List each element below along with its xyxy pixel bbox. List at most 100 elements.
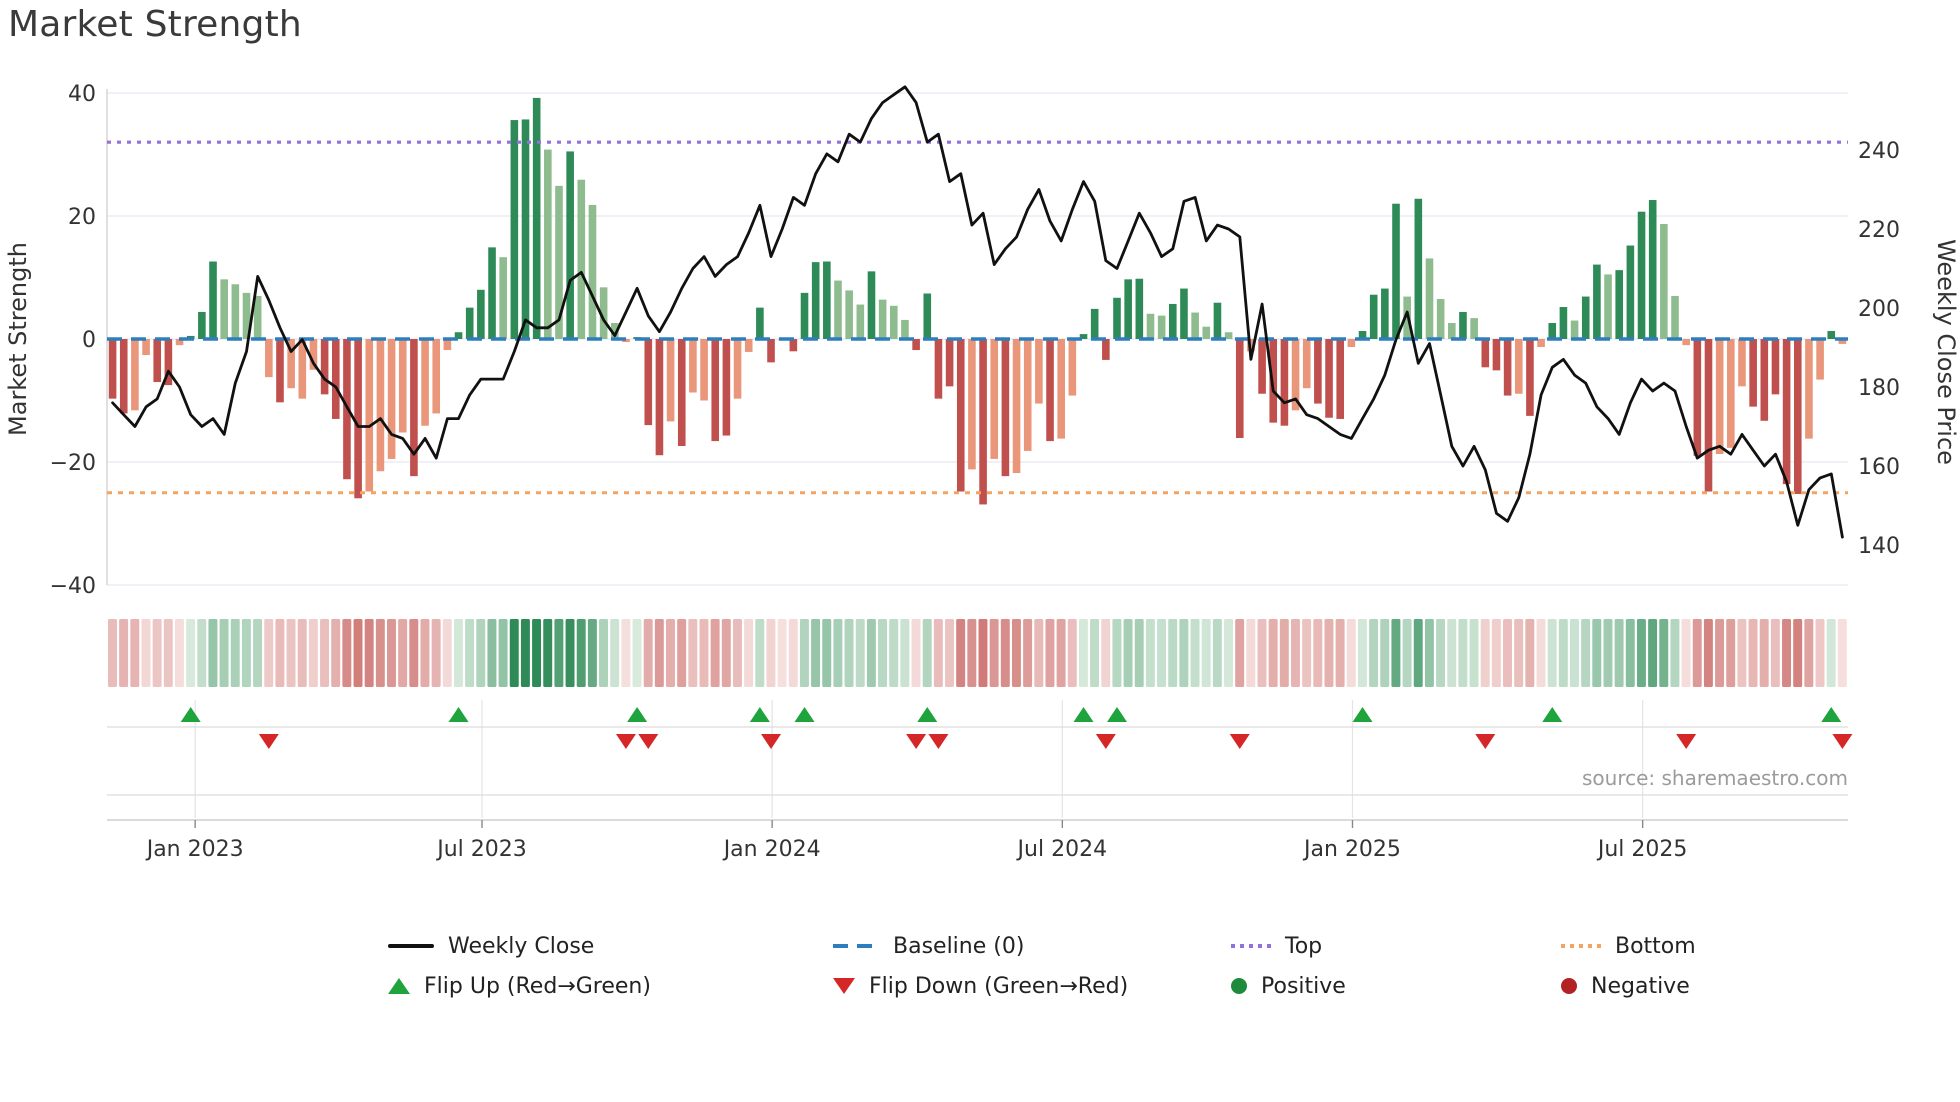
flip-up-marker <box>448 707 469 722</box>
chart-page: Market Strength Jan 2023 Jul 2023 Jan 2024… <box>0 0 1960 1102</box>
strength-bar <box>276 339 284 403</box>
heatmap-cell <box>599 619 609 687</box>
strength-bar <box>1459 311 1467 339</box>
heatmap-cell <box>1101 619 1111 687</box>
strength-bar <box>320 339 329 395</box>
strength-bar <box>465 307 474 339</box>
heatmap-cell <box>710 619 720 687</box>
price-tick-label: 140 <box>1858 534 1900 559</box>
flip-down-triangle-icon <box>833 978 855 994</box>
heatmap-cell <box>1313 619 1323 687</box>
strength-bar <box>1314 339 1322 404</box>
strength-bar <box>510 120 519 339</box>
heatmap-cell <box>1212 619 1222 687</box>
strength-bar <box>142 339 150 355</box>
flip-down-marker <box>906 734 927 749</box>
weekly-close-line-swatch <box>388 944 434 948</box>
strength-bar <box>1001 339 1010 477</box>
heatmap-cell <box>855 619 865 687</box>
heatmap-cell <box>1357 619 1367 687</box>
strength-bar <box>1704 339 1713 492</box>
strength-bar <box>376 339 385 472</box>
heatmap-cell <box>1011 619 1021 687</box>
strength-bar <box>421 339 429 426</box>
source-credit: source: sharemaestro.com <box>1582 766 1848 790</box>
strength-bar <box>532 97 541 339</box>
strength-bar <box>1715 339 1724 455</box>
flip-up-marker <box>917 707 938 722</box>
right-axis-title: Weekly Close Price <box>1932 239 1960 465</box>
strength-bar <box>577 179 586 339</box>
strength-bar <box>945 339 954 387</box>
strength-bar <box>823 261 831 339</box>
negative-dot-icon <box>1561 978 1577 994</box>
heatmap-cell <box>1134 619 1144 687</box>
strength-bar <box>1146 313 1155 339</box>
strength-bar <box>1436 299 1445 339</box>
heatmap-cell <box>1670 619 1680 687</box>
flip-up-marker <box>627 707 648 722</box>
heatmap-cell <box>1335 619 1345 687</box>
heatmap-cell <box>398 619 408 687</box>
heatmap-cell <box>1826 619 1836 687</box>
flip-down-marker <box>1095 734 1116 749</box>
heatmap-cell <box>956 619 966 687</box>
strength-bar <box>800 292 809 339</box>
heatmap-cell <box>1179 619 1189 687</box>
strength-bar <box>1660 223 1668 339</box>
heatmap-cell <box>253 619 263 687</box>
strength-bar <box>1046 339 1054 442</box>
flip-up-marker <box>749 707 770 722</box>
heatmap-cell <box>1469 619 1479 687</box>
flip-up-triangle-icon <box>388 978 410 994</box>
strength-bar <box>1503 339 1512 396</box>
legend-label: Flip Down (Green→Red) <box>869 973 1129 999</box>
legend-item-positive: Positive <box>1231 974 1561 999</box>
heatmap-cell <box>1112 619 1122 687</box>
heatmap-cell <box>1145 619 1155 687</box>
strength-bar <box>1113 297 1121 339</box>
strength-bar <box>1514 339 1523 394</box>
strength-bar <box>1581 296 1590 339</box>
heatmap-cell <box>297 619 307 687</box>
heatmap-cell <box>219 619 229 687</box>
x-tick-label: Jan 2023 <box>145 837 244 862</box>
strength-bar <box>1793 339 1802 494</box>
y-tick-label: −40 <box>50 574 96 599</box>
strength-bar <box>1135 278 1144 339</box>
heatmap-cell <box>130 619 140 687</box>
heatmap-cell <box>1547 619 1557 687</box>
heatmap-cell <box>844 619 854 687</box>
heatmap-cell <box>163 619 173 687</box>
strength-bar <box>488 247 496 339</box>
strength-bar <box>209 261 217 339</box>
heatmap-cell <box>1045 619 1055 687</box>
heatmap-cell <box>1257 619 1267 687</box>
heatmap-cell <box>520 619 530 687</box>
heatmap-cell <box>1536 619 1546 687</box>
strength-bar <box>108 339 117 399</box>
strength-bar <box>1023 339 1032 451</box>
flip-down-marker <box>761 734 782 749</box>
flip-markers-panel <box>107 700 1853 818</box>
price-tick-label: 180 <box>1858 376 1900 401</box>
heatmap-cell <box>1346 619 1356 687</box>
heatmap-cell <box>286 619 296 687</box>
heatmap-cell <box>1782 619 1791 687</box>
heatmap-cell <box>766 619 776 687</box>
strength-bar <box>789 339 798 352</box>
heatmap-cell <box>1726 619 1736 687</box>
strength-bar <box>1191 312 1199 339</box>
legend-item-baseline: Baseline (0) <box>833 934 1231 959</box>
heatmap-cell <box>1190 619 1200 687</box>
x-tick-label: Jan 2025 <box>1302 837 1401 862</box>
heatmap-cell <box>1737 619 1747 687</box>
strength-bar <box>845 290 853 339</box>
strength-bar <box>1615 270 1624 339</box>
flip-up-marker <box>1542 707 1563 722</box>
heatmap-cell <box>788 619 798 687</box>
strength-bar <box>1816 339 1824 380</box>
heatmap-cell <box>1246 619 1256 687</box>
heatmap-cell <box>1703 619 1713 687</box>
heatmap-cell <box>1391 619 1401 687</box>
